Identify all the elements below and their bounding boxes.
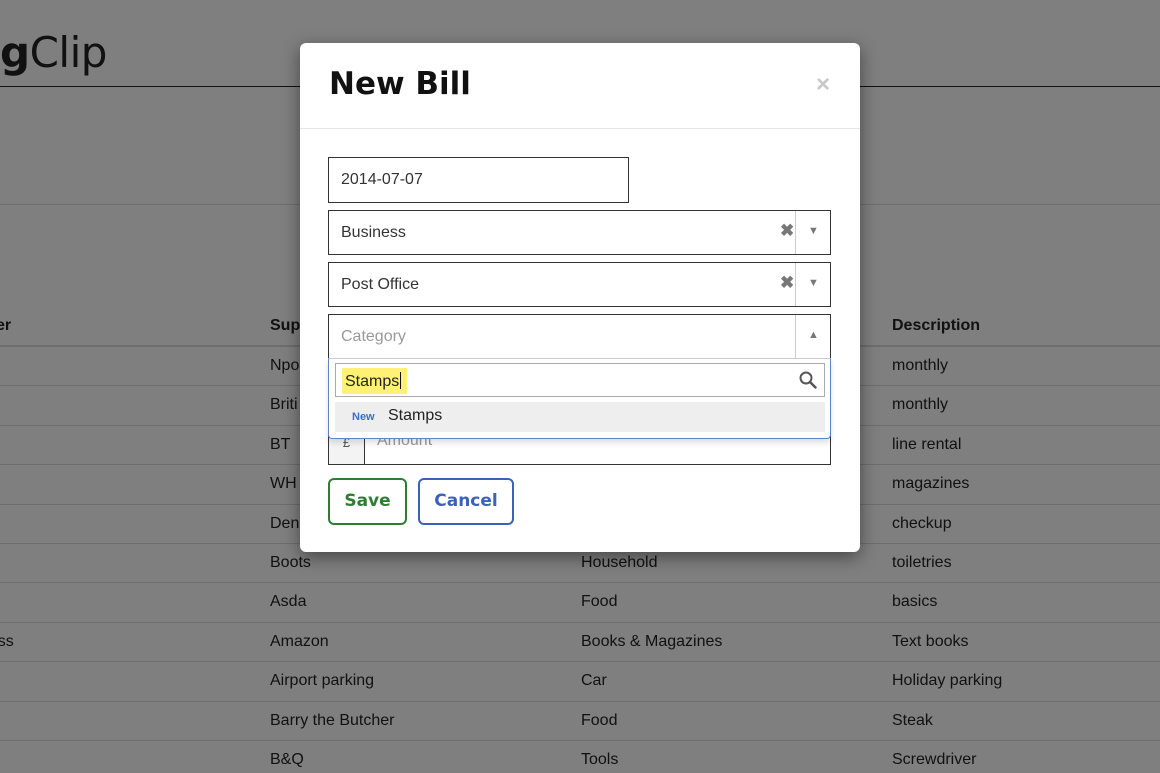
business-select[interactable]: Business ✖ ▼ (328, 210, 831, 255)
category-select-toggle[interactable]: ▲ (795, 315, 830, 358)
category-select[interactable]: Category ▲ (328, 314, 831, 359)
category-dropdown: Stamps New Stamps (328, 358, 831, 439)
business-select-toggle[interactable]: ▼ (795, 211, 830, 254)
category-option-label: Stamps (388, 407, 443, 424)
category-placeholder: Category (341, 328, 406, 345)
modal-header: New Bill × (300, 43, 860, 129)
close-icon[interactable]: × (812, 71, 834, 98)
chevron-up-icon: ▲ (808, 329, 819, 341)
date-input[interactable] (328, 157, 629, 203)
cancel-button[interactable]: Cancel (418, 478, 514, 525)
clear-supplier-icon[interactable]: ✖ (780, 273, 794, 293)
search-icon (799, 371, 817, 389)
category-option-new[interactable]: New Stamps (335, 402, 825, 432)
chevron-down-icon: ▼ (808, 225, 819, 237)
category-search-text: Stamps (342, 368, 408, 394)
new-bill-modal: New Bill × Business ✖ ▼ Post Office ✖ ▼ … (300, 43, 860, 552)
clear-business-icon[interactable]: ✖ (780, 221, 794, 241)
business-select-value: Business (341, 224, 406, 241)
supplier-select-toggle[interactable]: ▼ (795, 263, 830, 306)
save-button[interactable]: Save (328, 478, 407, 525)
category-search-input[interactable]: Stamps (335, 363, 825, 397)
chevron-down-icon: ▼ (808, 277, 819, 289)
supplier-select-value: Post Office (341, 276, 419, 293)
modal-title: New Bill (329, 66, 471, 102)
new-badge: New (352, 411, 375, 423)
supplier-select[interactable]: Post Office ✖ ▼ (328, 262, 831, 307)
